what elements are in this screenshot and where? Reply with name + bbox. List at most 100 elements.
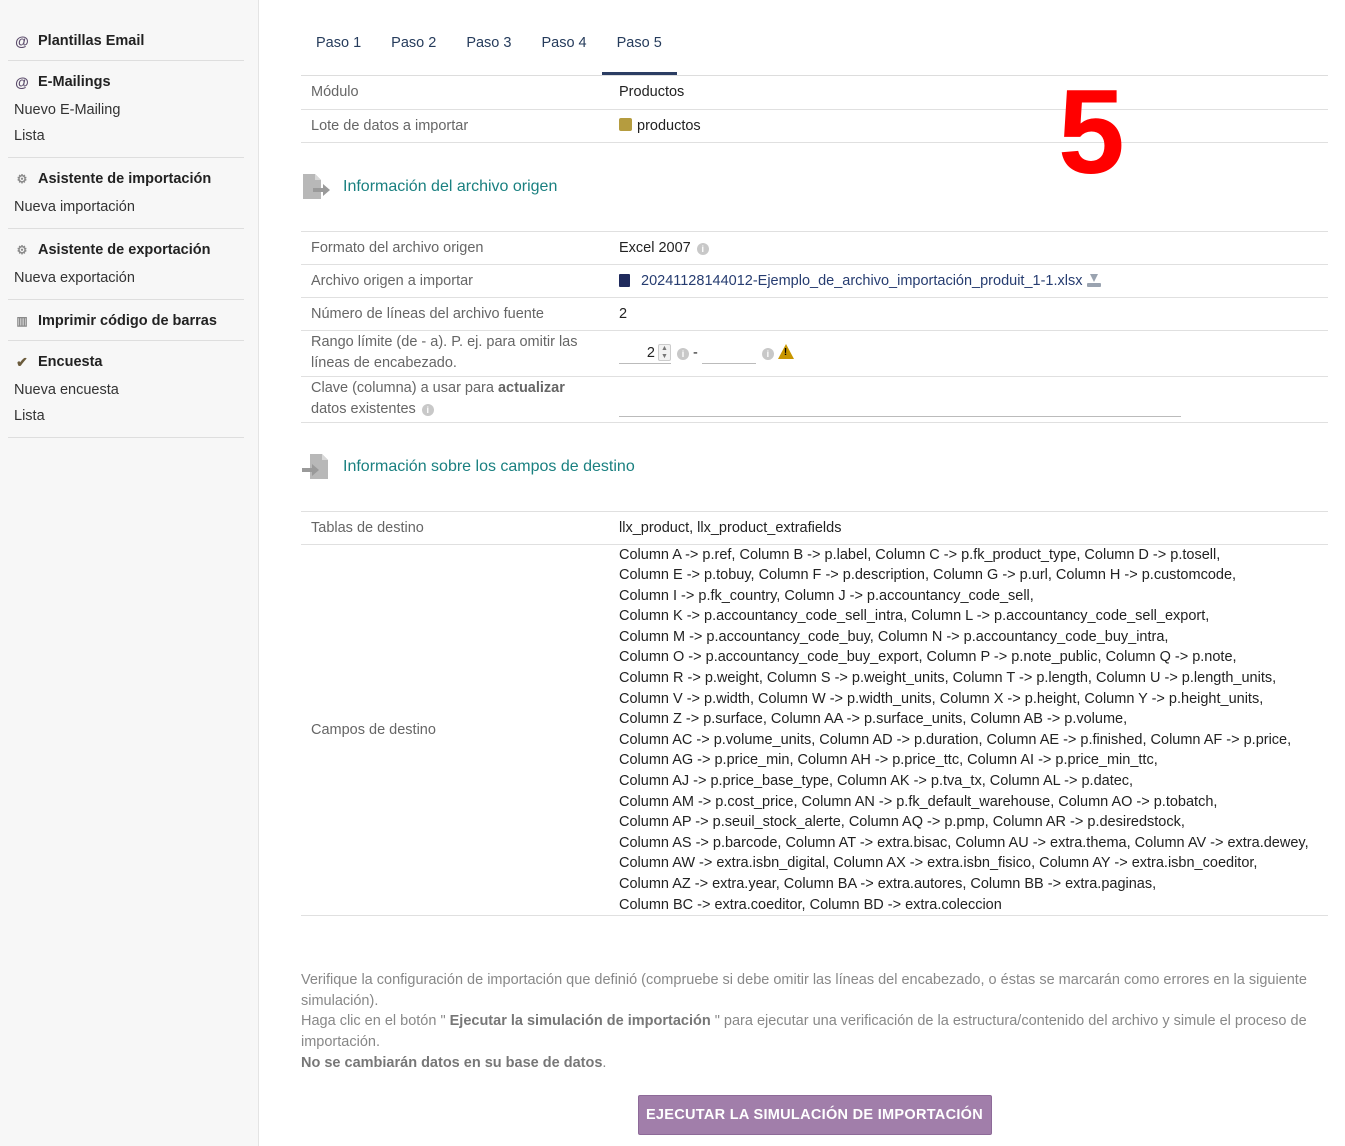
menu-link-nuevo-emailing[interactable]: Nuevo E-Mailing <box>14 97 244 123</box>
table-row: Lote de datos a importar productos <box>301 109 1328 143</box>
download-icon[interactable] <box>1087 273 1102 287</box>
field-mapping-line: Column I -> p.fk_country, Column J -> p.… <box>619 587 1034 604</box>
table-row: Campos de destino Column A -> p.ref, Col… <box>301 544 1328 917</box>
check-icon: ✔ <box>16 353 28 370</box>
field-mapping-line: Column V -> p.width, Column W -> p.width… <box>619 690 1264 707</box>
gears-icon: ⚙ <box>16 243 28 257</box>
menu-title-label: E-Mailings <box>38 74 111 90</box>
at-icon: @ <box>15 33 29 49</box>
menu-title-encuesta[interactable]: ✔ Encuesta <box>14 351 244 373</box>
table-row: Rango límite (de - a). P. ej. para omiti… <box>301 330 1328 377</box>
lineas-label: Número de líneas del archivo fuente <box>301 297 609 331</box>
field-mapping-line: Column M -> p.accountancy_code_buy, Colu… <box>619 628 1169 645</box>
summary-table: Módulo Productos Lote de datos a importa… <box>301 76 1328 143</box>
campos-value: Column A -> p.ref, Column B -> p.label, … <box>609 544 1328 917</box>
source-section-title: Información del archivo origen <box>343 177 558 195</box>
field-mapping-line: Column AS -> p.barcode, Column AT -> ext… <box>619 834 1309 851</box>
table-row: Módulo Productos <box>301 76 1328 110</box>
import-notice: Verifique la configuración de importació… <box>301 970 1328 1073</box>
menu-title-label: Asistente de importación <box>38 171 212 187</box>
info-icon[interactable]: i <box>696 242 709 255</box>
field-mapping-line: Column BC -> extra.coeditor, Column BD -… <box>619 896 1002 913</box>
field-mapping-line: Column AC -> p.volume_units, Column AD -… <box>619 731 1292 748</box>
menu-title-label: Plantillas Email <box>38 33 145 49</box>
file-export-icon <box>303 173 330 199</box>
tab-paso-4[interactable]: Paso 4 <box>526 33 601 75</box>
field-mapping-line: Column A -> p.ref, Column B -> p.label, … <box>619 546 1221 563</box>
notice-bold: No se cambiarán datos en su base de dato… <box>301 1054 603 1071</box>
source-file-link[interactable]: 20241128144012-Ejemplo_de_archivo_import… <box>641 273 1082 289</box>
package-icon <box>619 117 632 131</box>
menu-title-plantillas-email[interactable]: @ Plantillas Email <box>14 30 244 52</box>
field-mapping-line: Column AM -> p.cost_price, Column AN -> … <box>619 793 1218 810</box>
lote-label: Lote de datos a importar <box>301 109 609 143</box>
tab-paso-3[interactable]: Paso 3 <box>451 33 526 75</box>
archivo-value-cell: 20241128144012-Ejemplo_de_archivo_import… <box>609 264 1328 298</box>
formato-label: Formato del archivo origen <box>301 231 609 265</box>
tablas-label: Tablas de destino <box>301 511 609 545</box>
menu-title-imprimir-codigo-barras[interactable]: ▥ Imprimir código de barras <box>14 310 244 332</box>
notice-line-3: No se cambiarán datos en su base de dato… <box>301 1053 1328 1074</box>
spinner-icon[interactable]: ▲ ▼ <box>658 343 671 361</box>
tab-paso-5[interactable]: Paso 5 <box>601 33 677 75</box>
info-icon[interactable]: i <box>421 404 434 416</box>
clave-label-part: Clave (columna) a usar para <box>311 380 498 397</box>
notice-bold: Ejecutar la simulación de importación <box>449 1013 711 1030</box>
range-to-input[interactable] <box>701 342 756 365</box>
target-section-title: Información sobre los campos de destino <box>343 457 635 475</box>
field-mapping-line: Column AZ -> extra.year, Column BA -> ex… <box>619 876 1157 892</box>
table-row: Número de líneas del archivo fuente 2 <box>301 297 1328 331</box>
run-import-simulation-button[interactable]: EJECUTAR LA SIMULACIÓN DE IMPORTACIÓN <box>637 1095 992 1136</box>
update-key-select[interactable] <box>619 395 1181 417</box>
target-fields-table: Tablas de destino llx_product, llx_produ… <box>301 510 1328 917</box>
tab-paso-1[interactable]: Paso 1 <box>301 33 376 75</box>
notice-text: . <box>602 1054 607 1071</box>
menu-link-nueva-exportacion[interactable]: Nueva exportación <box>14 265 244 291</box>
notice-text: Haga clic en el botón " <box>301 1013 450 1030</box>
menu-link-nueva-encuesta[interactable]: Nueva encuesta <box>14 377 244 403</box>
field-mapping-line: Column O -> p.accountancy_code_buy_expor… <box>619 649 1237 666</box>
menu-title-asistente-exportacion[interactable]: ⚙ Asistente de exportación <box>14 239 244 261</box>
tablas-value: llx_product, llx_product_extrafields <box>609 511 1328 545</box>
file-code-icon <box>619 273 630 287</box>
menu-title-label: Asistente de exportación <box>38 242 211 258</box>
menu-block-encuesta: ✔ Encuesta Nueva encuesta Lista <box>8 341 244 438</box>
clave-label: Clave (columna) a usar para actualizar d… <box>301 376 609 423</box>
menu-title-emailings[interactable]: @ E-Mailings <box>14 71 244 93</box>
at-icon: @ <box>15 74 29 90</box>
field-mapping-line: Column K -> p.accountancy_code_sell_intr… <box>619 608 1210 625</box>
tab-paso-2[interactable]: Paso 2 <box>376 33 451 75</box>
archivo-label: Archivo origen a importar <box>301 264 609 298</box>
step-number-annotation: 5 <box>1058 65 1125 199</box>
gears-icon: ⚙ <box>16 172 28 186</box>
field-mapping-line: Column Z -> p.surface, Column AA -> p.su… <box>619 711 1128 728</box>
lote-value-cell: productos <box>609 109 1328 143</box>
menu-block-importacion: ⚙ Asistente de importación Nueva importa… <box>8 158 244 229</box>
menu-block-barcode: ▥ Imprimir código de barras <box>8 300 244 341</box>
clave-label-part: datos existentes <box>311 401 416 417</box>
field-mapping-line: Column AJ -> p.price_base_type, Column A… <box>619 773 1134 790</box>
notice-line-1: Verifique la configuración de importació… <box>301 972 1307 1009</box>
menu-block-plantillas: @ Plantillas Email <box>8 20 244 61</box>
menu-link-lista-encuestas[interactable]: Lista <box>14 403 244 429</box>
menu-title-label: Imprimir código de barras <box>38 313 217 329</box>
barcode-icon: ▥ <box>16 314 28 328</box>
main-content: Paso 1 Paso 2 Paso 3 Paso 4 Paso 5 5 Mód… <box>301 0 1328 1136</box>
info-icon[interactable]: i <box>761 347 774 360</box>
range-from-input[interactable]: 2 ▲ ▼ <box>619 342 671 364</box>
info-icon[interactable]: i <box>677 347 689 360</box>
menu-block-emailings: @ E-Mailings Nuevo E-Mailing Lista <box>8 61 244 158</box>
field-mapping-line: Column R -> p.weight, Column S -> p.weig… <box>619 670 1277 687</box>
range-separator: - <box>693 344 698 361</box>
notice-line-2: Haga clic en el botón " Ejecutar la simu… <box>301 1011 1328 1052</box>
field-mapping-line: Column E -> p.tobuy, Column F -> p.descr… <box>619 567 1237 584</box>
menu-link-nueva-importacion[interactable]: Nueva importación <box>14 194 244 220</box>
formato-value: Excel 2007 <box>619 239 691 256</box>
menu-link-lista-emailings[interactable]: Lista <box>14 123 244 149</box>
field-mapping-line: Column AG -> p.price_min, Column AH -> p… <box>619 752 1158 769</box>
rango-value-cell: 2 ▲ ▼ i - i! <box>609 330 1328 377</box>
target-section-header: Información sobre los campos de destino <box>301 423 1328 511</box>
step-tabs: Paso 1 Paso 2 Paso 3 Paso 4 Paso 5 <box>301 0 1328 76</box>
menu-title-asistente-importacion[interactable]: ⚙ Asistente de importación <box>14 168 244 190</box>
campos-label: Campos de destino <box>301 544 609 917</box>
